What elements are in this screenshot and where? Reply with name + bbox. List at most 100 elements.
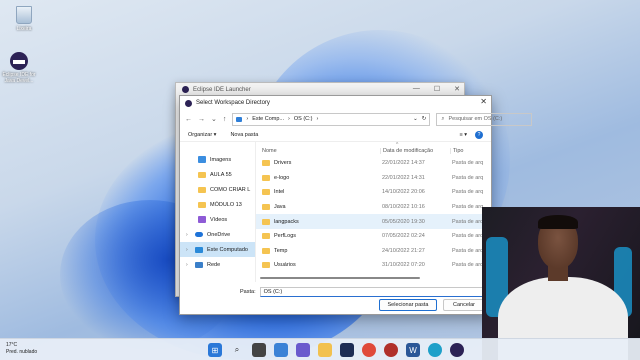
eclipse-icon bbox=[10, 52, 28, 70]
dell-icon[interactable] bbox=[340, 343, 354, 357]
onedrive-icon bbox=[195, 232, 203, 237]
horizontal-scrollbar[interactable] bbox=[260, 277, 420, 279]
chevron-right-icon[interactable]: › bbox=[186, 232, 191, 238]
navigation-pane: Imagens AULA 55 COMO CRIAR L MÓDULO 13 V… bbox=[180, 142, 256, 282]
folder-icon bbox=[198, 171, 206, 178]
taskbar: 17°C Pred. nublado ⊞ ⌕ W bbox=[0, 338, 640, 360]
sort-up-icon: ^ bbox=[396, 142, 399, 148]
dialog-titlebar: Select Workspace Directory bbox=[180, 96, 491, 110]
chevron-right-icon[interactable]: › bbox=[186, 247, 191, 253]
nav-item-aula-55[interactable]: AULA 55 bbox=[180, 167, 255, 182]
chevron-down-icon[interactable]: ⌄ bbox=[211, 115, 217, 123]
task-view-icon[interactable] bbox=[252, 343, 266, 357]
folder-icon bbox=[262, 204, 270, 211]
dialog-title: Select Workspace Directory bbox=[196, 100, 270, 106]
app-icon[interactable] bbox=[384, 343, 398, 357]
chevron-down-icon[interactable]: ⌄ bbox=[413, 116, 418, 122]
file-row[interactable]: Intel 14/10/2022 20:06 Pasta de arq bbox=[256, 185, 491, 200]
file-row[interactable]: Java 08/10/2022 10:16 Pasta de arq bbox=[256, 200, 491, 215]
navigation-bar: ← → ⌄ ↑ › Este Comp... › OS (C:) › ⌄ ↻ ⌕… bbox=[180, 110, 533, 128]
window-controls: — ☐ ✕ bbox=[413, 85, 460, 93]
search-input[interactable]: ⌕ Pesquisar em OS (C:) bbox=[436, 112, 533, 126]
folder-icon bbox=[262, 218, 270, 225]
file-row[interactable]: e-logo 22/01/2022 14:31 Pasta de arq bbox=[256, 171, 491, 186]
folder-icon bbox=[198, 186, 206, 193]
folder-label: Pasta: bbox=[240, 289, 256, 295]
weather-widget[interactable]: 17°C Pred. nublado bbox=[6, 342, 37, 356]
folder-icon bbox=[198, 201, 206, 208]
view-options-icon[interactable]: ≡ ▾ bbox=[460, 132, 468, 138]
file-row[interactable]: PerfLogs 07/05/2022 02:24 Pasta de arq bbox=[256, 229, 491, 244]
images-icon bbox=[198, 156, 206, 163]
maximize-icon[interactable]: ☐ bbox=[434, 85, 440, 93]
file-row[interactable]: Usuários 31/10/2022 07:20 Pasta de arq bbox=[256, 258, 491, 273]
explorer-icon[interactable] bbox=[318, 343, 332, 357]
file-row[interactable]: langpacks 05/05/2020 19:30 Pasta de arq bbox=[256, 214, 491, 229]
column-date[interactable]: Data de modificação bbox=[380, 148, 450, 154]
nav-item-como-criar[interactable]: COMO CRIAR L bbox=[180, 182, 255, 197]
chat-icon[interactable] bbox=[296, 343, 310, 357]
search-placeholder: Pesquisar em OS (C:) bbox=[448, 116, 503, 122]
file-list-header: ^ Nome Data de modificação Tipo bbox=[256, 142, 491, 156]
folder-icon bbox=[262, 233, 270, 240]
folder-icon bbox=[262, 160, 270, 167]
nav-item-images[interactable]: Imagens bbox=[180, 152, 255, 167]
up-arrow-icon[interactable]: ↑ bbox=[223, 116, 227, 123]
chrome-icon[interactable] bbox=[362, 343, 376, 357]
organize-menu[interactable]: Organizar ▾ bbox=[188, 132, 216, 138]
desktop-icon-label: Lixeira bbox=[16, 26, 32, 32]
launcher-title: Eclipse IDE Launcher bbox=[193, 86, 251, 93]
weather-temperature: 17°C bbox=[6, 342, 18, 348]
cancel-button[interactable]: Cancelar bbox=[443, 299, 485, 311]
windows-icon[interactable]: ⊞ bbox=[208, 343, 222, 357]
folder-icon bbox=[262, 262, 270, 269]
close-icon[interactable]: ✕ bbox=[480, 97, 487, 106]
folder-icon bbox=[262, 247, 270, 254]
computer-icon bbox=[236, 116, 243, 122]
chevron-right-icon[interactable]: › bbox=[186, 262, 191, 268]
column-type[interactable]: Tipo bbox=[450, 148, 490, 154]
address-bar[interactable]: › Este Comp... › OS (C:) › ⌄ ↻ bbox=[232, 112, 431, 126]
nav-item-modulo-13[interactable]: MÓDULO 13 bbox=[180, 197, 255, 212]
desktop-icon-label: Eclipse IDE for Java Devel... bbox=[2, 72, 36, 84]
command-bar: Organizar ▾ Nova pasta ≡ ▾ ? bbox=[180, 128, 491, 142]
breadcrumb-item[interactable]: Este Comp... bbox=[252, 116, 284, 122]
search-icon[interactable]: ⌕ bbox=[230, 343, 244, 357]
recycle-bin-icon bbox=[16, 6, 32, 24]
word-icon[interactable]: W bbox=[406, 343, 420, 357]
network-icon bbox=[195, 261, 203, 268]
nav-item-this-pc[interactable]: › Este Computado bbox=[180, 242, 255, 257]
nav-item-network[interactable]: › Rede bbox=[180, 257, 255, 272]
folder-icon bbox=[262, 174, 270, 181]
column-name[interactable]: Nome bbox=[256, 148, 380, 154]
minimize-icon[interactable]: — bbox=[413, 85, 420, 93]
new-folder-button[interactable]: Nova pasta bbox=[230, 132, 258, 138]
folder-field-row: Pasta: OS (C:) bbox=[240, 287, 498, 297]
folder-icon bbox=[262, 189, 270, 196]
select-workspace-dialog: Select Workspace Directory ✕ ← → ⌄ ↑ › E… bbox=[179, 95, 533, 315]
nav-item-onedrive[interactable]: › OneDrive bbox=[180, 227, 255, 242]
refresh-icon[interactable]: ↻ bbox=[422, 116, 427, 122]
file-row[interactable]: Drivers 22/01/2022 14:37 Pasta de arq bbox=[256, 156, 491, 171]
widgets-icon[interactable] bbox=[274, 343, 288, 357]
edge-icon[interactable] bbox=[428, 343, 442, 357]
close-icon[interactable]: ✕ bbox=[454, 85, 460, 93]
eclipse-icon bbox=[185, 99, 192, 107]
file-row[interactable]: Temp 24/10/2022 21:27 Pasta de arq bbox=[256, 244, 491, 259]
videos-icon bbox=[198, 216, 206, 223]
computer-icon bbox=[195, 246, 203, 253]
back-arrow-icon[interactable]: ← bbox=[185, 116, 192, 123]
breadcrumb-item[interactable]: OS (C:) bbox=[294, 116, 313, 122]
search-icon: ⌕ bbox=[441, 115, 445, 122]
desktop-icon-eclipse[interactable]: Eclipse IDE for Java Devel... bbox=[2, 52, 36, 84]
desktop-icon-recycle-bin[interactable]: Lixeira bbox=[6, 6, 42, 32]
file-list: ^ Nome Data de modificação Tipo Drivers … bbox=[256, 142, 491, 282]
eclipse-icon[interactable] bbox=[450, 343, 464, 357]
help-icon[interactable]: ? bbox=[475, 130, 483, 139]
folder-field[interactable]: OS (C:) bbox=[259, 287, 498, 297]
forward-arrow-icon[interactable]: → bbox=[198, 116, 205, 123]
nav-item-videos[interactable]: Vídeos bbox=[180, 212, 255, 227]
eclipse-icon bbox=[182, 86, 189, 93]
select-folder-button[interactable]: Selecionar pasta bbox=[379, 299, 437, 311]
weather-description: Pred. nublado bbox=[6, 349, 38, 355]
